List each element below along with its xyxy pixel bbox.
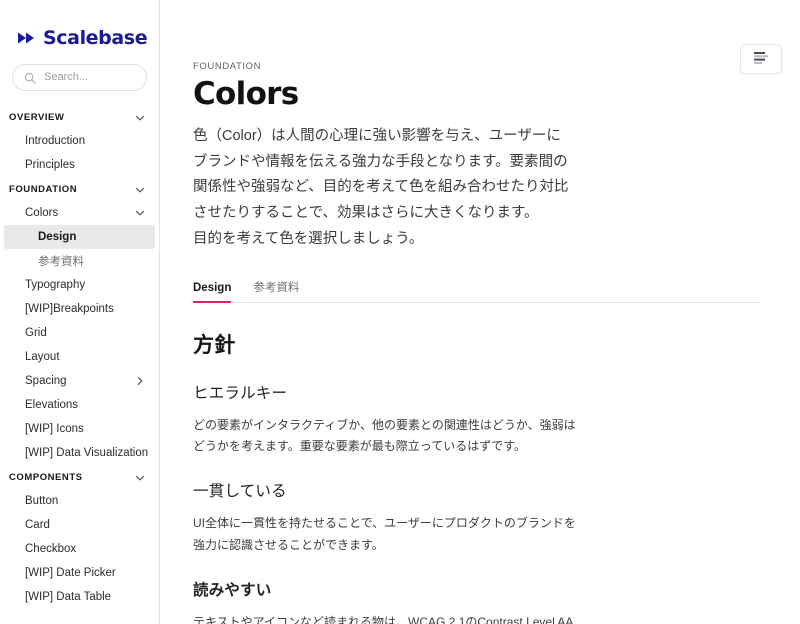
sidebar-item-label: [WIP] Date Picker [25, 567, 116, 579]
search-container: Search... [0, 56, 159, 91]
search-placeholder: Search... [44, 71, 89, 83]
sidebar-item-wip-data-table[interactable]: [WIP] Data Table [4, 585, 155, 609]
sidebar-item-label: Spacing [25, 375, 67, 387]
chevron-right-icon[interactable] [135, 376, 145, 386]
sidebar-item-label: Grid [25, 327, 47, 339]
chevron-down-icon[interactable] [135, 113, 145, 123]
table-of-contents-icon [753, 51, 769, 67]
page-title: Colors [193, 76, 299, 112]
sidebar-section-overview[interactable]: OVERVIEW [0, 106, 159, 129]
sidebar-item-label: Colors [25, 207, 59, 219]
section-heading: 読みやすい [193, 582, 272, 600]
section-heading: 方針 [193, 333, 236, 357]
section-body-text: どの要素がインタラクティブか、他の要素との関連性はどうか、強弱はどうかを考えます… [193, 417, 576, 454]
sidebar-item-design[interactable]: Design [4, 225, 155, 249]
brand-name: Scalebase [43, 26, 148, 49]
sidebar-item-colors[interactable]: Colors [4, 201, 155, 225]
sidebar-item-principles[interactable]: Principles [4, 153, 155, 177]
sidebar-section-foundation[interactable]: FOUNDATION [0, 178, 159, 201]
sidebar-item-grid[interactable]: Grid [4, 321, 155, 345]
sidebar-item-checkbox[interactable]: Checkbox [4, 537, 155, 561]
section-heading: ヒエラルキー [193, 384, 288, 402]
content-tabs: Design 参考資料 [193, 273, 760, 303]
sidebar-item-label: Card [25, 519, 50, 531]
sidebar-item-spacing[interactable]: Spacing [4, 369, 155, 393]
app-root: Scalebase Search... OVERVIEW Introduction… [0, 0, 800, 624]
sidebar-item-label: Principles [25, 159, 75, 171]
brand-logo[interactable]: Scalebase [0, 0, 159, 56]
sidebar-section-label: OVERVIEW [9, 112, 65, 123]
sidebar: Scalebase Search... OVERVIEW Introduction… [0, 0, 160, 624]
sidebar-item-label: [WIP] Data Visualization [25, 447, 149, 459]
sidebar-item-label: Layout [25, 351, 60, 363]
sidebar-item-wip-data-visualization[interactable]: [WIP] Data Visualization [4, 441, 155, 465]
sidebar-nav: OVERVIEW Introduction Principles FOUNDATION… [0, 91, 159, 609]
search-input[interactable]: Search... [12, 64, 147, 91]
table-of-contents-button[interactable] [740, 44, 782, 74]
sidebar-item-label: Elevations [25, 399, 79, 411]
sidebar-item-wip-date-picker[interactable]: [WIP] Date Picker [4, 561, 155, 585]
sidebar-item-label: Button [25, 495, 59, 507]
chevron-down-icon[interactable] [135, 473, 145, 483]
section-body-text: UI全体に一貫性を持たせることで、ユーザーにプロダクトのブランドを強力に認識させ… [193, 516, 576, 552]
sidebar-item-typography[interactable]: Typography [4, 273, 155, 297]
content-sections: 方針ヒエラルキーどの要素がインタラクティブか、他の要素との関連性はどうか、強弱は… [193, 329, 760, 624]
sidebar-item-label: 参考資料 [38, 256, 84, 268]
section-body-text: テキストやアイコンなど読まれる物は、WCAG 2.1のContrast Leve… [193, 615, 573, 624]
search-icon [24, 72, 36, 84]
sidebar-item-introduction[interactable]: Introduction [4, 129, 155, 153]
sidebar-item-label: Checkbox [25, 543, 77, 555]
sidebar-item-label: Typography [25, 279, 86, 291]
sidebar-item-layout[interactable]: Layout [4, 345, 155, 369]
fast-forward-icon [18, 31, 38, 45]
sidebar-section-components[interactable]: COMPONENTS [0, 466, 159, 489]
page-intro-text: 色（Color）は人間の心理に強い影響を与え、ユーザーにブランドや情報を伝える強… [193, 127, 569, 247]
sidebar-item-elevations[interactable]: Elevations [4, 393, 155, 417]
sidebar-item-button[interactable]: Button [4, 489, 155, 513]
sidebar-item-wip-icons[interactable]: [WIP] Icons [4, 417, 155, 441]
sidebar-item-label: Design [38, 231, 77, 243]
chevron-down-icon[interactable] [135, 185, 145, 195]
sidebar-item-label: [WIP] Data Table [25, 591, 112, 603]
chevron-down-icon[interactable] [135, 208, 145, 218]
sidebar-item-card[interactable]: Card [4, 513, 155, 537]
sidebar-item-label: [WIP] Icons [25, 423, 84, 435]
sidebar-section-label: FOUNDATION [9, 184, 78, 195]
breadcrumb-eyebrow: FOUNDATION [193, 61, 262, 72]
sidebar-item-wip-breakpoints[interactable]: [WIP]Breakpoints [4, 297, 155, 321]
sidebar-item-参考資料[interactable]: 参考資料 [4, 249, 155, 273]
sidebar-item-label: [WIP]Breakpoints [25, 303, 114, 315]
tab-reference[interactable]: 参考資料 [253, 283, 299, 302]
sidebar-section-label: COMPONENTS [9, 472, 83, 483]
sidebar-item-label: Introduction [25, 135, 86, 147]
section-heading: 一貫している [193, 483, 287, 501]
main-content: FOUNDATION Colors 色（Color）は人間の心理に強い影響を与え… [160, 0, 800, 624]
tab-design[interactable]: Design [193, 283, 232, 303]
